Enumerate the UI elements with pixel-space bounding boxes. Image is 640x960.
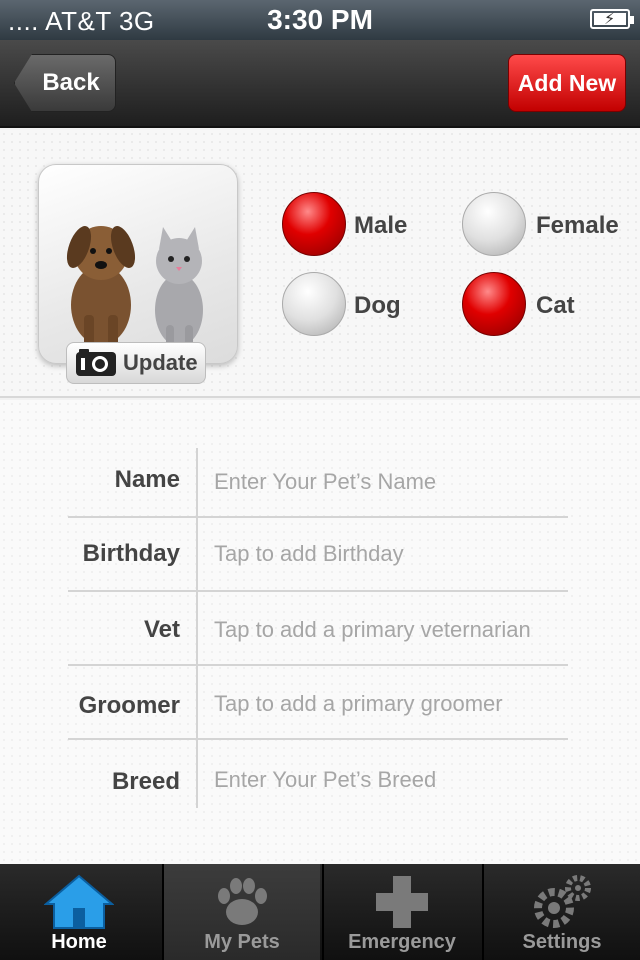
groomer-field[interactable] <box>214 684 574 724</box>
female-radio[interactable] <box>462 192 526 256</box>
tab-home[interactable]: Home <box>0 864 158 960</box>
tab-my-pets[interactable]: My Pets <box>162 864 320 960</box>
form-divider <box>196 448 198 808</box>
cross-icon <box>376 876 428 928</box>
groomer-label: Groomer <box>78 692 180 719</box>
tab-home-label: Home <box>51 931 107 953</box>
birthday-label: Birthday <box>82 540 180 567</box>
female-label: Female <box>536 212 619 239</box>
tab-settings[interactable]: Settings <box>482 864 640 960</box>
cat-radio[interactable] <box>462 272 526 336</box>
back-button[interactable]: Back <box>14 54 116 112</box>
navigation-bar: Back Add New <box>0 40 640 128</box>
form-separator <box>68 590 568 592</box>
pet-profile-panel: Update Male Female Dog Cat <box>0 130 640 398</box>
vet-label: Vet <box>143 616 180 643</box>
name-field[interactable] <box>214 462 574 502</box>
vet-field[interactable] <box>214 610 574 650</box>
dog-radio[interactable] <box>282 272 346 336</box>
form-separator <box>68 664 568 666</box>
form-separator <box>68 738 568 740</box>
breed-label: Breed <box>111 768 180 795</box>
birthday-field[interactable] <box>214 534 574 574</box>
update-label: Update <box>123 350 198 375</box>
tab-settings-label: Settings <box>522 931 602 953</box>
dog-label: Dog <box>354 292 401 319</box>
battery-charging-icon: ⚡ <box>590 9 634 29</box>
breed-field[interactable] <box>214 760 574 800</box>
male-radio[interactable] <box>282 192 346 256</box>
form-separator <box>68 516 568 518</box>
tab-my-pets-label: My Pets <box>204 931 280 953</box>
status-bar: .... AT&T 3G 3:30 PM ⚡ <box>0 0 640 40</box>
camera-icon <box>76 349 116 376</box>
tab-bar: Home My Pets Emergency Settings <box>0 864 640 960</box>
name-label: Name <box>114 466 180 493</box>
tab-emergency-label: Emergency <box>348 931 456 953</box>
gears-icon <box>534 875 591 928</box>
paw-icon <box>218 878 267 925</box>
update-photo-button[interactable]: Update <box>66 342 206 384</box>
dog-cat-illustration-icon <box>66 226 203 353</box>
home-icon <box>44 874 114 929</box>
pet-details-form: Name Birthday Vet Groomer Breed <box>0 400 640 864</box>
pet-photo[interactable] <box>38 164 238 364</box>
status-time: 3:30 PM <box>267 4 373 35</box>
tab-emergency[interactable]: Emergency <box>322 864 480 960</box>
add-new-button[interactable]: Add New <box>508 54 626 112</box>
cat-label: Cat <box>536 292 575 319</box>
male-label: Male <box>354 212 408 239</box>
